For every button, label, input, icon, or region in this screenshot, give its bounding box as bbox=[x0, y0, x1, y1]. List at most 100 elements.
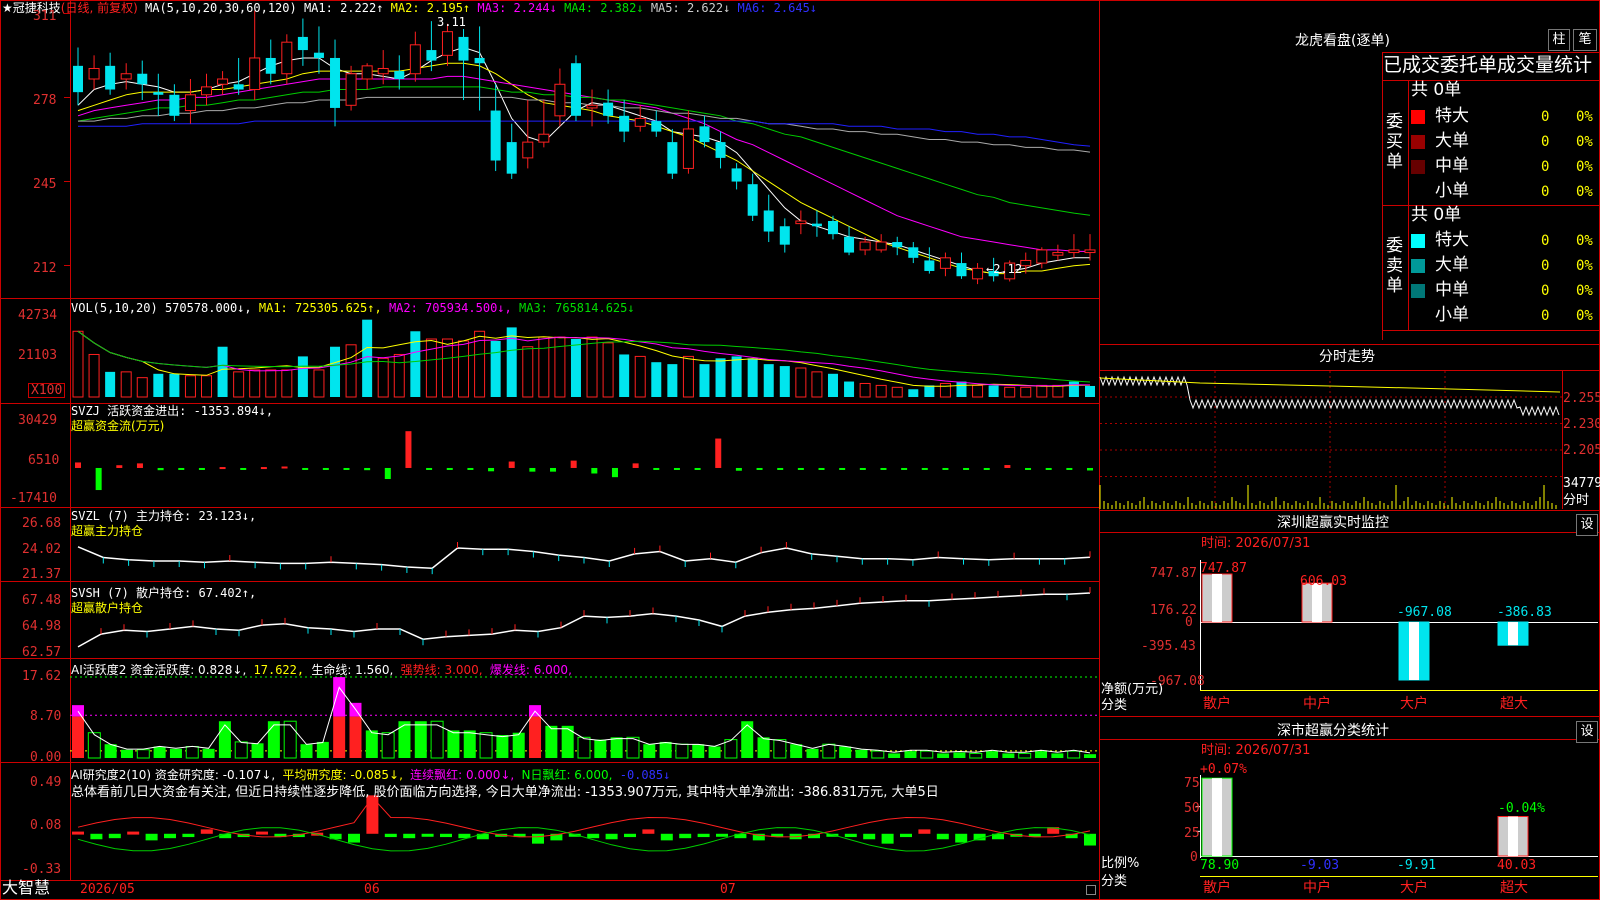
monitor-settings-button[interactable]: 设 bbox=[1576, 514, 1598, 536]
lock-icon[interactable] bbox=[1086, 885, 1096, 895]
ai1-bar bbox=[855, 749, 868, 758]
vol-y-label-2: 21103 bbox=[18, 348, 58, 363]
ai2-bar bbox=[403, 833, 416, 839]
classify-settings-button[interactable]: 设 bbox=[1576, 721, 1598, 743]
svzj-y-label-3: -17410 bbox=[10, 491, 57, 506]
volume-bar bbox=[939, 382, 951, 398]
svzj-bar bbox=[281, 466, 288, 469]
ai1-bar bbox=[1002, 753, 1015, 758]
candle-body bbox=[184, 94, 196, 112]
volume-bar bbox=[667, 364, 678, 397]
ai2-bar bbox=[660, 833, 673, 841]
sell-row-count: 0 bbox=[1541, 258, 1550, 274]
candle-body bbox=[844, 236, 855, 253]
vol-ma1: MA1: 725305.625↑, bbox=[258, 301, 382, 315]
candle-body bbox=[377, 67, 389, 75]
ai2-bar bbox=[881, 833, 894, 844]
ma3-label: MA3: 2.244↓ bbox=[477, 1, 557, 15]
buy-row-pct: 0% bbox=[1576, 109, 1593, 125]
candle-body bbox=[105, 65, 116, 90]
candle-body bbox=[474, 57, 485, 64]
candle-body bbox=[939, 257, 951, 269]
ma-line-ma6 bbox=[78, 120, 1091, 147]
monitor-bar-value: -386.83 bbox=[1497, 605, 1552, 620]
volume-bar bbox=[859, 382, 871, 398]
ma1-label: MA1: 2.222↑ bbox=[303, 1, 384, 15]
candle-body bbox=[490, 110, 501, 161]
ai2-bar bbox=[624, 833, 636, 838]
price-y-label-1: 311 bbox=[33, 9, 57, 24]
volume-bar bbox=[1052, 384, 1064, 398]
classify-y-label-3: 25 bbox=[1184, 826, 1200, 841]
svzj-bar bbox=[611, 467, 618, 478]
svzj-bar bbox=[75, 462, 81, 468]
volume-bar bbox=[827, 373, 838, 397]
ai2-bar bbox=[108, 833, 121, 839]
candle-body bbox=[441, 31, 453, 56]
candle-body bbox=[972, 267, 984, 280]
candle-body bbox=[603, 102, 614, 116]
ai2-bar bbox=[900, 833, 912, 838]
vol-unit: X100 bbox=[28, 383, 66, 398]
volume-bar bbox=[345, 344, 357, 398]
buy-row-name: 大单 bbox=[1435, 131, 1469, 151]
svzl-title: SVZL (7) 主力持仓: 23.123↓, bbox=[71, 509, 257, 523]
candle-body bbox=[570, 63, 581, 116]
volume-bar bbox=[538, 336, 550, 398]
svzj-bar bbox=[632, 463, 639, 468]
candle-body bbox=[747, 184, 758, 216]
volume-bar bbox=[217, 346, 228, 397]
svzj-bar bbox=[508, 461, 515, 468]
volume-bar bbox=[393, 353, 405, 398]
classify-bar-value: -9.03 bbox=[1300, 858, 1340, 873]
longhu-subtitle: 已成交委托单成交量统计 bbox=[1383, 54, 1593, 76]
candle-body bbox=[297, 36, 308, 51]
volume-bar bbox=[153, 373, 164, 397]
buy-row-pct: 0% bbox=[1576, 159, 1593, 175]
vol-ma2-line bbox=[77, 330, 1091, 387]
ai1-bar bbox=[1051, 753, 1064, 758]
candle-body bbox=[667, 142, 678, 174]
svzj-bar bbox=[529, 467, 536, 472]
svzj-bar bbox=[219, 467, 226, 470]
svzj-bar bbox=[818, 467, 825, 470]
ai1-bar bbox=[1084, 754, 1096, 758]
ai1-bar bbox=[169, 748, 182, 758]
ai1-bar bbox=[871, 750, 885, 759]
svzj-bar bbox=[322, 467, 329, 470]
candle-body bbox=[137, 73, 148, 85]
ai1-bar bbox=[561, 725, 574, 758]
volume-bar bbox=[844, 381, 855, 397]
monitor-y-label-3: 0 bbox=[1185, 615, 1193, 630]
tick-view-button[interactable]: 笔 bbox=[1573, 29, 1597, 51]
ai2-bar bbox=[1084, 833, 1096, 846]
candle-body bbox=[715, 142, 726, 158]
volume-bar bbox=[586, 336, 598, 398]
ai2-red-line bbox=[77, 796, 1091, 838]
svzj-bar bbox=[942, 467, 949, 470]
monitor-category: 中户 bbox=[1303, 696, 1331, 712]
svzj-bar bbox=[1045, 467, 1052, 470]
candle-body bbox=[586, 104, 598, 109]
ai2-comment: 总体看前几日大资金有关注, 但近日持续性逐步降低, 股价面临方向选择, 今日大单… bbox=[71, 785, 939, 800]
period-label[interactable]: (日线, 前复权) bbox=[61, 1, 138, 15]
column-view-button[interactable]: 柱 bbox=[1548, 29, 1570, 51]
volume-bar bbox=[105, 371, 116, 397]
ai2-bar bbox=[679, 833, 692, 839]
volume-bar bbox=[715, 358, 726, 397]
volume-bar bbox=[458, 340, 470, 398]
classify-top-label: +0.07% bbox=[1200, 762, 1247, 777]
svzj-bar bbox=[591, 467, 598, 474]
svsh-line bbox=[77, 592, 1091, 648]
ai1-bar bbox=[790, 744, 803, 758]
monitor-bar-value: 606.03 bbox=[1300, 574, 1347, 589]
candle-body bbox=[201, 86, 213, 96]
ma-line-ma5 bbox=[78, 96, 1091, 153]
ai1-title-d: 强势线: 3.000, bbox=[400, 663, 483, 677]
ai1-bar bbox=[920, 750, 934, 759]
fenshi-y-label-1: 2.255 bbox=[1563, 391, 1600, 406]
candle-body bbox=[827, 221, 838, 235]
ai2-bar bbox=[532, 833, 544, 844]
sell-row-count: 0 bbox=[1541, 308, 1550, 324]
ai1-bar bbox=[251, 743, 264, 758]
